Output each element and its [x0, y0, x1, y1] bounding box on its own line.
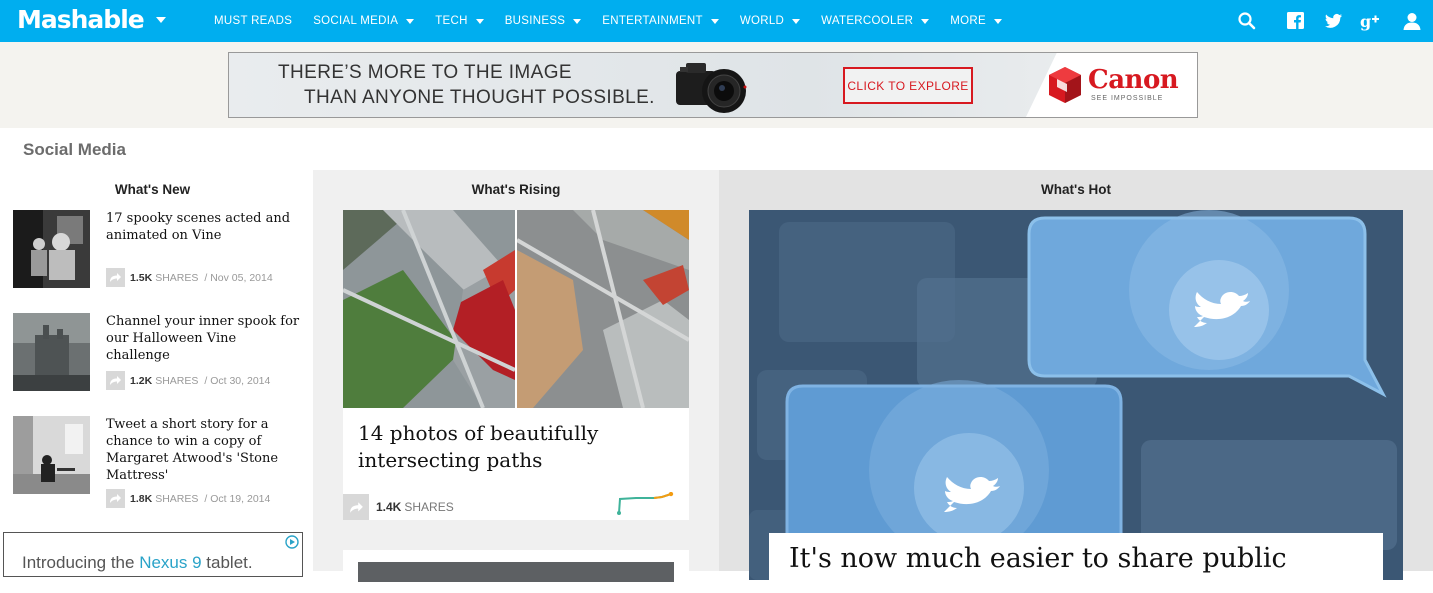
story-date: / Oct 19, 2014 [204, 492, 271, 505]
shares-label: SHARES [404, 500, 454, 514]
whats-new-heading: What's New [114, 182, 191, 197]
whats-hot-heading: What's Hot [1041, 182, 1111, 197]
ad-text-highlight[interactable]: Nexus 9 [139, 553, 201, 572]
shares-label: SHARES [155, 492, 199, 505]
share-icon[interactable] [106, 268, 125, 287]
nav-item-world[interactable]: WORLD [739, 0, 801, 42]
aerial-intersection-image[interactable] [343, 210, 689, 408]
rising-story-card[interactable] [343, 550, 689, 582]
nav-item-business[interactable]: BUSINESS [505, 0, 582, 42]
nav-label: MUST READS [214, 15, 293, 27]
nav-label: MORE [950, 15, 986, 27]
story-thumbnail[interactable] [13, 313, 90, 391]
nexus-ad[interactable]: Introducing the Nexus 9 tablet. [3, 532, 303, 577]
story-image[interactable] [358, 562, 674, 582]
shares-label: SHARES [155, 374, 199, 387]
canon-logo: Canon [1088, 65, 1179, 95]
story-thumbnail[interactable] [13, 416, 90, 494]
canon-ad-banner[interactable]: THERE’S MORE TO THE IMAGE THAN ANYONE TH… [228, 52, 1198, 118]
user-icon[interactable] [1401, 10, 1423, 32]
share-count: 1.4K [376, 500, 402, 514]
ad-headline-1: THERE’S MORE TO THE IMAGE [278, 62, 572, 83]
nav-item-must-reads[interactable]: MUST READS [214, 0, 292, 42]
story-title[interactable]: 17 spooky scenes acted and animated on V… [106, 210, 301, 244]
page-title: Social Media [23, 140, 126, 159]
twitter-icon[interactable] [1322, 10, 1344, 32]
share-icon[interactable] [343, 494, 369, 520]
story-meta: 1.2K SHARES / Oct 30, 2014 [106, 371, 270, 390]
facebook-icon[interactable] [1285, 10, 1307, 32]
ad-headline-2: THAN ANYONE THOUGHT POSSIBLE. [304, 87, 655, 108]
chevron-down-icon [921, 18, 930, 24]
main-nav: MUST READS SOCIAL MEDIA TECH BUSINESS EN… [214, 0, 1023, 42]
search-icon[interactable] [1236, 10, 1258, 32]
share-count: 1.2K [130, 374, 153, 387]
nav-label: TECH [435, 15, 468, 27]
story-title[interactable]: Channel your inner spook for our Hallowe… [106, 313, 301, 364]
google-plus-icon[interactable]: g [1360, 10, 1382, 32]
hot-story-title[interactable]: It's now much easier to share public [789, 543, 1287, 574]
whats-rising-heading: What's Rising [471, 182, 561, 197]
logo-chevron-down-icon[interactable] [156, 17, 166, 23]
chevron-down-icon [475, 18, 484, 24]
svg-text:g: g [1360, 12, 1371, 31]
nav-label: WORLD [739, 15, 785, 27]
hot-story-card[interactable]: It's now much easier to share public [769, 533, 1383, 593]
velocity-graph-icon [617, 492, 674, 515]
ad-text-suffix: tablet. [201, 553, 253, 572]
share-count: 1.5K [130, 271, 153, 284]
ad-text: Introducing the Nexus 9 tablet. [22, 553, 253, 573]
story-item[interactable]: 17 spooky scenes acted and animated on V… [13, 210, 303, 292]
share-icon[interactable] [106, 489, 125, 508]
adchoices-icon[interactable] [285, 535, 299, 549]
rising-story-title[interactable]: 14 photos of beautifully intersecting pa… [358, 420, 678, 474]
share-count: 1.8K [130, 492, 153, 505]
rising-story-meta: 1.4K SHARES [343, 494, 454, 520]
story-item[interactable]: Channel your inner spook for our Hallowe… [13, 313, 303, 395]
ad-text-prefix: Introducing the [22, 553, 140, 572]
story-title[interactable]: Tweet a short story for a chance to win … [106, 416, 301, 484]
shares-label: SHARES [155, 271, 199, 284]
nav-label: SOCIAL MEDIA [313, 15, 399, 27]
nav-item-tech[interactable]: TECH [435, 0, 484, 42]
nav-item-more[interactable]: MORE [950, 0, 1002, 42]
story-thumbnail[interactable] [13, 210, 90, 288]
ad-strip: THERE’S MORE TO THE IMAGE THAN ANYONE TH… [0, 42, 1433, 128]
canon-cube-icon [1049, 67, 1081, 103]
click-to-explore-button[interactable]: CLICK TO EXPLORE [843, 67, 973, 104]
chevron-down-icon [994, 18, 1002, 24]
top-nav-bar: Mashable MUST READS SOCIAL MEDIA TECH BU… [0, 0, 1433, 42]
rising-story-card[interactable]: 14 photos of beautifully intersecting pa… [343, 210, 689, 520]
story-date: / Nov 05, 2014 [204, 271, 273, 284]
story-date: / Oct 30, 2014 [204, 374, 271, 387]
twitter-bubbles-image[interactable] [749, 210, 1403, 580]
nav-item-watercooler[interactable]: WATERCOOLER [821, 0, 930, 42]
chevron-down-icon [710, 18, 719, 24]
story-meta: 1.8K SHARES / Oct 19, 2014 [106, 489, 270, 508]
nav-label: WATERCOOLER [821, 15, 914, 27]
nav-item-social-media[interactable]: SOCIAL MEDIA [313, 0, 415, 42]
nav-item-entertainment[interactable]: ENTERTAINMENT [602, 0, 719, 42]
share-icon[interactable] [106, 371, 125, 390]
chevron-down-icon [406, 18, 415, 24]
chevron-down-icon [573, 18, 582, 24]
mashable-logo[interactable]: Mashable [17, 5, 145, 35]
canon-tagline: SEE IMPOSSIBLE [1091, 95, 1164, 102]
story-item[interactable]: Tweet a short story for a chance to win … [13, 416, 303, 508]
story-meta: 1.5K SHARES / Nov 05, 2014 [106, 268, 273, 287]
camera-icon [676, 63, 747, 113]
nav-label: ENTERTAINMENT [602, 15, 703, 27]
chevron-down-icon [792, 18, 801, 24]
nav-label: BUSINESS [504, 15, 566, 27]
